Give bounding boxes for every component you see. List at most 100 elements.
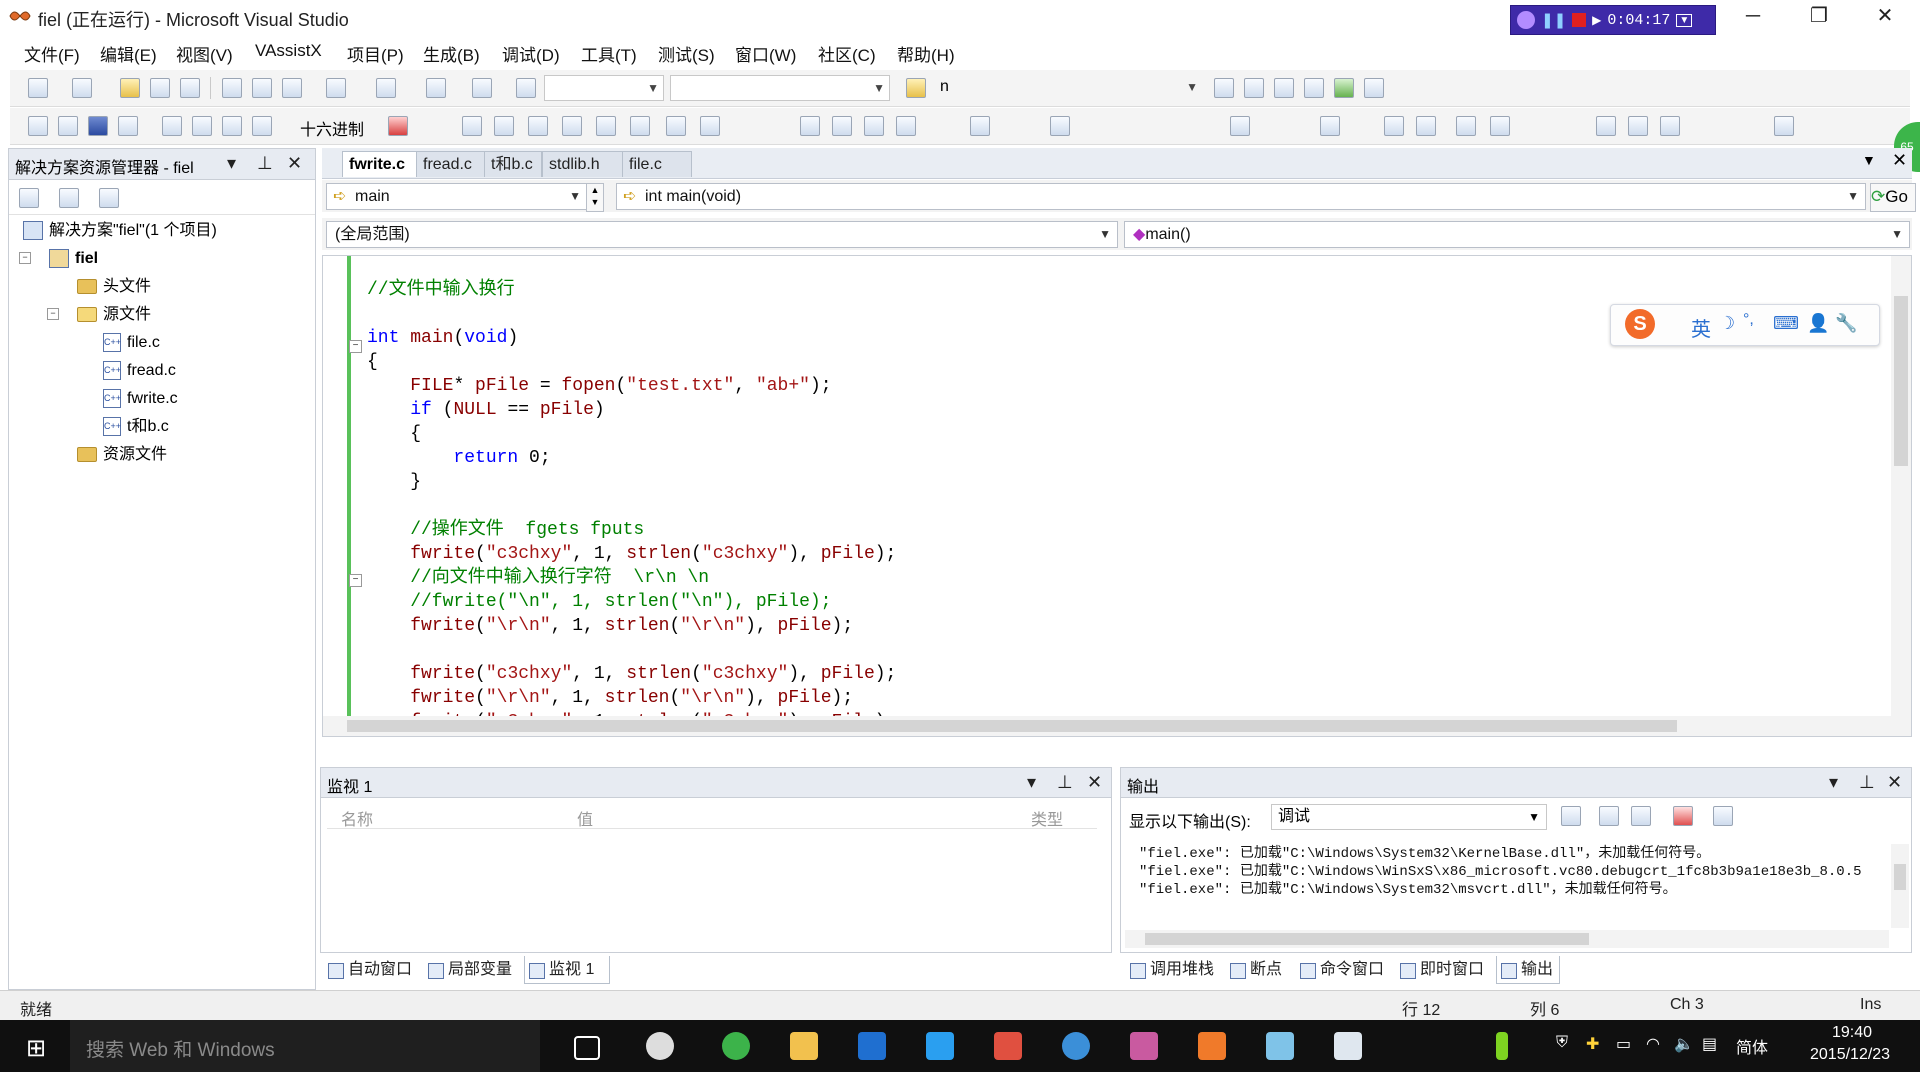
menu-debug[interactable]: 调试(D) <box>502 41 560 66</box>
app-icon[interactable] <box>994 1032 1022 1060</box>
browser-icon[interactable] <box>722 1032 750 1060</box>
visual-studio-taskbar-icon[interactable] <box>1130 1032 1158 1060</box>
va-goto-definition-icon[interactable] <box>596 116 616 136</box>
refresh-icon[interactable] <box>99 188 119 208</box>
user-icon[interactable]: 👤 <box>1807 313 1829 334</box>
play-icon[interactable]: ▶ <box>1592 13 1601 27</box>
menu-view[interactable]: 视图(V) <box>176 41 233 66</box>
step-over-icon[interactable] <box>222 116 242 136</box>
scroll-thumb[interactable] <box>1894 296 1908 466</box>
new-project-icon[interactable] <box>28 78 48 98</box>
app-icon[interactable] <box>646 1032 674 1060</box>
pause-icon[interactable]: ❚❚ <box>1541 11 1566 29</box>
cut-icon[interactable] <box>222 78 242 98</box>
tab-output[interactable]: 输出 <box>1496 956 1560 984</box>
break-all-icon[interactable] <box>58 116 78 136</box>
pin-icon[interactable]: ⊥ <box>1859 772 1875 793</box>
class-view-icon[interactable] <box>1364 78 1384 98</box>
va-find-references-icon[interactable] <box>562 116 582 136</box>
horizontal-scrollbar[interactable] <box>1125 930 1889 948</box>
moon-icon[interactable]: ☽ <box>1719 313 1735 334</box>
prev-message-icon[interactable] <box>1599 806 1619 826</box>
qq-icon[interactable] <box>926 1032 954 1060</box>
menu-help[interactable]: 帮助(H) <box>897 41 955 66</box>
next-bookmark-icon[interactable] <box>1660 116 1680 136</box>
layout-grid-icon[interactable] <box>1230 116 1250 136</box>
maximize-button[interactable]: ❐ <box>1794 2 1844 30</box>
tree-item-source-files[interactable]: 源文件 <box>77 303 151 327</box>
hex-display-button[interactable]: 十六进制 <box>300 116 364 140</box>
redo-icon[interactable] <box>376 78 396 98</box>
va-open-corresponding-icon[interactable] <box>494 116 514 136</box>
find-in-files-icon[interactable] <box>906 78 926 98</box>
tree-item-header-files[interactable]: 头文件 <box>77 275 151 299</box>
menu-community[interactable]: 社区(C) <box>818 41 876 66</box>
ime-toolbar[interactable]: S 英 ☽ °, ⌨ 👤 🔧 <box>1610 304 1880 346</box>
va-list-methods-icon[interactable] <box>528 116 548 136</box>
solution-explorer-icon[interactable] <box>1214 78 1234 98</box>
keyboard-icon[interactable]: ⌨ <box>1773 313 1799 334</box>
tree-item-file[interactable]: C++ t和b.c <box>103 415 169 439</box>
scroll-thumb[interactable] <box>1894 864 1906 890</box>
tree-item-project[interactable]: fiel <box>49 247 98 271</box>
tab-watch-1[interactable]: 监视 1 <box>524 956 610 984</box>
layout-align-left-icon[interactable] <box>800 116 820 136</box>
show-all-files-icon[interactable] <box>59 188 79 208</box>
menu-project[interactable]: 项目(P) <box>347 41 404 66</box>
chevron-down-icon[interactable]: ▾ <box>1829 772 1838 793</box>
menu-window[interactable]: 窗口(W) <box>735 41 796 66</box>
punctuation-icon[interactable]: °, <box>1743 311 1754 329</box>
step-out-icon[interactable] <box>252 116 272 136</box>
bookmark-icon[interactable] <box>1596 116 1616 136</box>
recorder-widget[interactable]: ❚❚ ▶ 0:04:17 ▼ <box>1510 5 1716 35</box>
navigate-forward-icon[interactable] <box>472 78 492 98</box>
breakpoints-icon[interactable] <box>388 116 408 136</box>
tab-tandb[interactable]: t和b.c <box>484 151 542 177</box>
close-icon[interactable]: ✕ <box>1087 772 1102 793</box>
find-combo[interactable]: n ▼ <box>934 75 1202 101</box>
menu-edit[interactable]: 编辑(E) <box>100 41 157 66</box>
close-icon[interactable]: ✕ <box>1887 772 1902 793</box>
app-icon[interactable] <box>1062 1032 1090 1060</box>
va-open-file-icon[interactable] <box>462 116 482 136</box>
member-combo[interactable]: ◆main() ▼ <box>1124 221 1910 248</box>
wifi-icon[interactable]: ◠ <box>1646 1034 1660 1054</box>
menu-vassistx[interactable]: VAssistX <box>255 41 322 61</box>
start-page-icon[interactable] <box>1334 78 1354 98</box>
tab-stdlib[interactable]: stdlib.h <box>542 151 626 177</box>
va-paste-icon[interactable] <box>700 116 720 136</box>
properties-icon[interactable] <box>1244 78 1264 98</box>
indent-icon[interactable] <box>1416 116 1436 136</box>
layout-align-right-icon[interactable] <box>832 116 852 136</box>
paste-icon[interactable] <box>282 78 302 98</box>
pin-icon[interactable]: ⊥ <box>257 153 273 174</box>
fold-icon[interactable]: − <box>349 340 362 353</box>
stop-icon[interactable] <box>1572 13 1587 27</box>
go-button[interactable]: ⟳Go <box>1870 183 1916 212</box>
tab-command-window[interactable]: 命令窗口 <box>1296 956 1396 984</box>
scroll-thumb[interactable] <box>1145 933 1589 945</box>
tab-file[interactable]: file.c <box>622 151 692 177</box>
comment-out-icon[interactable] <box>1456 116 1476 136</box>
tab-breakpoints[interactable]: 断点 <box>1226 956 1296 984</box>
add-item-icon[interactable] <box>72 78 92 98</box>
uncomment-icon[interactable] <box>1490 116 1510 136</box>
properties-icon[interactable] <box>19 188 39 208</box>
tree-item-file[interactable]: C++ file.c <box>103 331 160 355</box>
vertical-scrollbar[interactable] <box>1891 844 1909 928</box>
copy-icon[interactable] <box>252 78 272 98</box>
tab-locals[interactable]: 局部变量 <box>424 956 524 984</box>
start-debugging-icon[interactable] <box>516 78 536 98</box>
layout-same-width-icon[interactable] <box>970 116 990 136</box>
scroll-thumb[interactable] <box>347 720 1677 732</box>
notification-icon[interactable]: ▤ <box>1702 1034 1717 1054</box>
pin-icon[interactable]: ⊥ <box>1057 772 1073 793</box>
layout-align-bottom-icon[interactable] <box>896 116 916 136</box>
battery-icon[interactable] <box>1496 1032 1508 1060</box>
tab-list-icon[interactable]: ▼ <box>1862 152 1876 168</box>
tree-item-resource-files[interactable]: 资源文件 <box>77 443 167 467</box>
undo-icon[interactable] <box>326 78 346 98</box>
tab-order-icon[interactable] <box>1320 116 1340 136</box>
collapse-icon[interactable]: − <box>19 252 31 264</box>
outdent-icon[interactable] <box>1384 116 1404 136</box>
